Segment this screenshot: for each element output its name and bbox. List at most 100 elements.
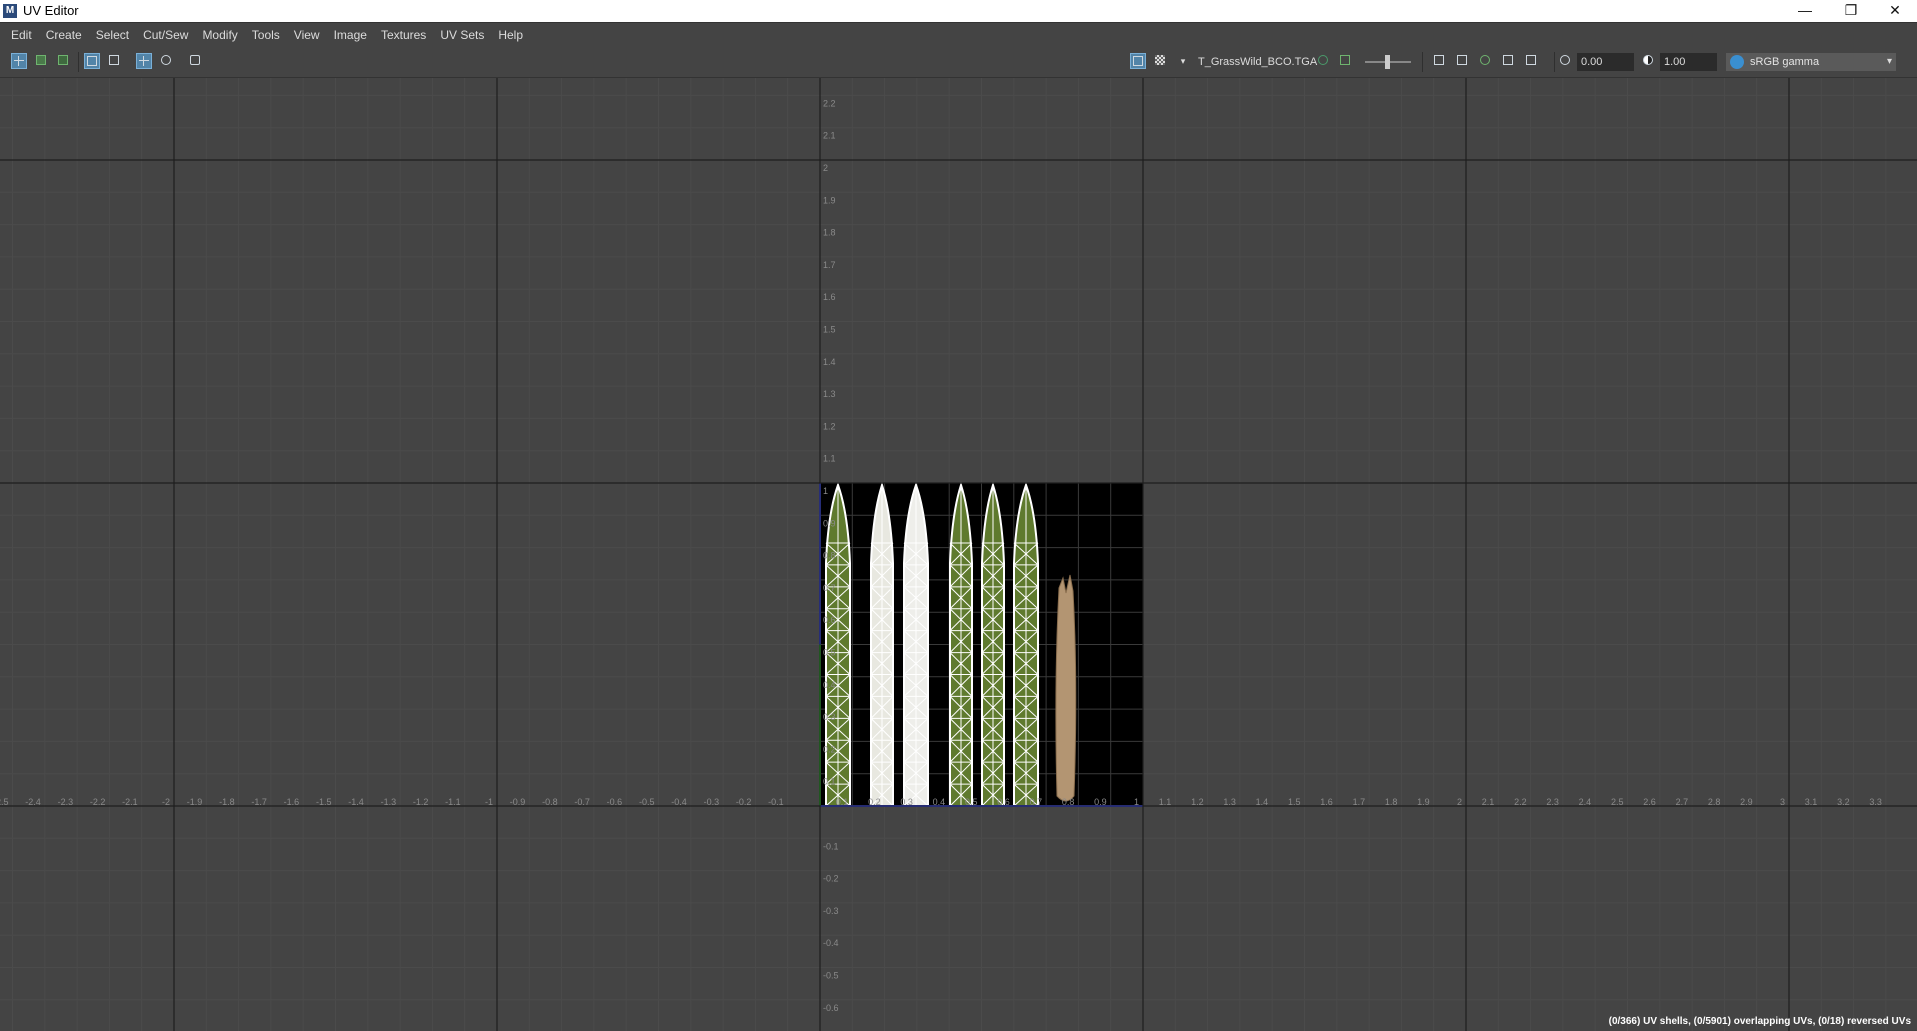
color-space-label: sRGB gamma: [1750, 56, 1820, 68]
menu-textures[interactable]: Textures: [374, 23, 433, 47]
y-axis-label: 1.1: [823, 454, 836, 464]
uv-status-text: (0/366) UV shells, (0/5901) overlapping …: [1608, 1016, 1911, 1027]
menu-select[interactable]: Select: [89, 23, 136, 47]
image-range-icon[interactable]: [1455, 53, 1471, 69]
y-axis-label: 1.4: [823, 357, 836, 367]
dim-slider-handle[interactable]: [1385, 55, 1390, 69]
menu-modify[interactable]: Modify: [195, 23, 244, 47]
menu-help[interactable]: Help: [491, 23, 530, 47]
minimize-button[interactable]: —: [1782, 0, 1828, 22]
x-axis-label: 2.3: [1546, 797, 1559, 807]
y-axis-label: 0.2: [823, 744, 836, 754]
snapshot-camera-icon[interactable]: [188, 53, 204, 69]
resolution-gate-icon[interactable]: [1501, 53, 1517, 69]
x-axis-label: -0.4: [671, 797, 687, 807]
menu-cut-sew[interactable]: Cut/Sew: [136, 23, 195, 47]
isolate-select-icon[interactable]: [84, 53, 100, 69]
x-axis-label: 0.6: [997, 797, 1010, 807]
y-axis-label: -0.2: [823, 874, 839, 884]
checker-tiles-icon[interactable]: [1153, 53, 1169, 69]
grass-blade: [1013, 482, 1039, 807]
menu-image[interactable]: Image: [327, 23, 374, 47]
y-axis-label: 1.7: [823, 260, 836, 270]
x-axis-label: 2.6: [1643, 797, 1656, 807]
y-axis-label: 1.9: [823, 195, 836, 205]
menu-edit[interactable]: Edit: [0, 23, 39, 47]
x-axis-label: -0.5: [639, 797, 655, 807]
x-axis-label: 2.4: [1579, 797, 1592, 807]
frame-all-icon[interactable]: [1432, 53, 1448, 69]
x-axis-label: 1.5: [1288, 797, 1301, 807]
toolbar-separator: [1554, 52, 1555, 72]
x-axis-label: 1.9: [1417, 797, 1430, 807]
x-axis-label: 2: [1457, 797, 1462, 807]
y-axis-label: 1.3: [823, 389, 836, 399]
x-axis-label: 2.7: [1676, 797, 1689, 807]
window-title: UV Editor: [23, 3, 79, 18]
x-axis-label: 1.4: [1256, 797, 1269, 807]
x-axis-label: -0.9: [510, 797, 526, 807]
x-axis-label: -2.2: [90, 797, 106, 807]
dry-grass-blade: [1055, 574, 1077, 802]
x-axis-label: -1.7: [251, 797, 267, 807]
close-button[interactable]: ✕: [1872, 0, 1917, 22]
x-axis-label: -2.4: [25, 797, 41, 807]
exposure-icon[interactable]: [1558, 53, 1574, 69]
x-axis-label: 0.8: [1062, 797, 1075, 807]
y-axis-label: 0.8: [823, 551, 836, 561]
psd-network-icon[interactable]: [1524, 53, 1540, 69]
uv-viewport[interactable]: -2.5 -2.4 -2.3 -2.2 -2.1 -2 -1.9 -1.8 -1.7 -1.6 -1…: [0, 78, 1917, 1031]
image-settings-icon[interactable]: [1338, 53, 1354, 69]
y-axis-label: 1.8: [823, 228, 836, 238]
grass-blade: [825, 482, 851, 807]
gamma-icon[interactable]: [1641, 53, 1657, 69]
y-axis-label: -0.1: [823, 841, 839, 851]
color-management-icon: [1730, 55, 1744, 69]
exposure-field[interactable]: 0.00: [1577, 53, 1634, 71]
x-axis-label: -1.4: [348, 797, 364, 807]
y-axis-label: 0.4: [823, 680, 836, 690]
display-image-icon[interactable]: [1130, 53, 1146, 69]
select-uv-icon[interactable]: [34, 53, 50, 69]
color-space-dropdown[interactable]: sRGB gamma ▾: [1726, 53, 1896, 71]
x-axis-label: 3.3: [1869, 797, 1882, 807]
menu-bar: Edit Create Select Cut/Sew Modify Tools View Im…: [0, 22, 1917, 47]
grid-toggle-icon[interactable]: [136, 53, 152, 69]
menu-view[interactable]: View: [287, 23, 327, 47]
x-axis-label: -1.3: [381, 797, 397, 807]
menu-uv-sets[interactable]: UV Sets: [433, 23, 491, 47]
y-axis-label: -0.5: [823, 971, 839, 981]
refresh-icon[interactable]: [1478, 53, 1494, 69]
y-axis-label: -0.4: [823, 938, 839, 948]
x-axis-label: 3: [1780, 797, 1785, 807]
x-axis-label: -0.7: [574, 797, 590, 807]
x-axis-label: -0.8: [542, 797, 558, 807]
uv-shell-border-icon[interactable]: [107, 53, 123, 69]
maximize-button[interactable]: ❐: [1828, 0, 1874, 22]
toolbar-separator: [78, 52, 79, 72]
uv-grid-canvas[interactable]: -2.5 -2.4 -2.3 -2.2 -2.1 -2 -1.9 -1.8 -1.7 -1.6 -1…: [0, 78, 1917, 1031]
y-axis-label: -0.3: [823, 906, 839, 916]
x-axis-label: 2.2: [1514, 797, 1527, 807]
y-axis-label: 1.6: [823, 292, 836, 302]
x-axis-label: -2.1: [122, 797, 138, 807]
select-uv-shell-icon[interactable]: [11, 53, 27, 69]
menu-tools[interactable]: Tools: [245, 23, 287, 47]
y-axis-label: 2.2: [823, 98, 836, 108]
x-axis-label: 1.2: [1191, 797, 1204, 807]
x-axis-label: 3.1: [1805, 797, 1818, 807]
x-axis-label: -2.5: [0, 797, 9, 807]
distortion-shader-icon[interactable]: [159, 53, 175, 69]
image-dropdown-icon[interactable]: ▾: [1175, 53, 1191, 69]
select-face-icon[interactable]: [56, 53, 72, 69]
gamma-field[interactable]: 1.00: [1660, 53, 1717, 71]
x-axis-label: -1: [485, 797, 493, 807]
texture-name: T_GrassWild_BCO.TGA: [1198, 56, 1318, 68]
y-axis-label: 1: [823, 486, 828, 496]
menu-create[interactable]: Create: [39, 23, 89, 47]
rgb-channels-icon[interactable]: [1316, 53, 1332, 69]
toolbar-separator: [1422, 52, 1423, 72]
x-axis-label: -1.6: [284, 797, 300, 807]
app-icon: M: [3, 4, 17, 18]
x-axis-label: 2.9: [1740, 797, 1753, 807]
